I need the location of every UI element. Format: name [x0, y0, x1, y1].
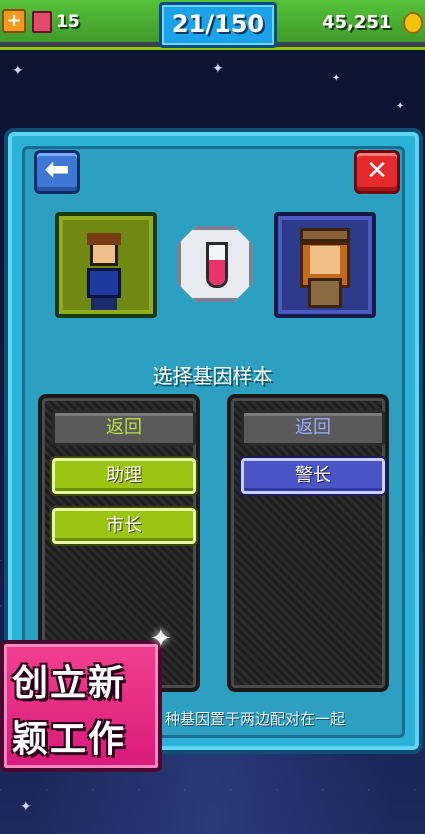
star-icon: ✦ — [20, 799, 32, 815]
promo-line-1: 创立新 — [12, 663, 127, 704]
right-gene-slot[interactable] — [274, 212, 376, 318]
list-item-sheriff[interactable]: 警长 — [241, 458, 385, 494]
test-tube-icon — [206, 242, 228, 288]
sheriff-hat — [300, 228, 350, 242]
gene-vial — [177, 226, 253, 302]
hint-text: 种基因置于两边配对在一起 — [165, 710, 346, 728]
list-item-label: 助理 — [106, 465, 142, 486]
star-icon: ✦ — [332, 73, 341, 84]
coin-icon — [403, 12, 423, 34]
vial-liquid — [209, 260, 225, 285]
close-icon: ✕ — [366, 156, 388, 186]
sheriff-body — [308, 278, 342, 308]
left-gene-slot[interactable] — [55, 212, 157, 318]
promo-line-2: 颖工作 — [12, 719, 127, 760]
left-list-back-button[interactable]: 返回 — [52, 410, 196, 446]
star-icon: ✦ — [12, 63, 24, 79]
floor-counter[interactable]: 21/150 — [159, 2, 277, 48]
top-hud: + 15 21/150 45,251 — [0, 0, 425, 50]
bux-icon — [32, 11, 52, 33]
star-icon: ✦ — [212, 61, 224, 77]
list-item-label: 市长 — [106, 515, 142, 536]
choose-gene-title: 选择基因样本 — [152, 364, 273, 388]
sheriff-face — [310, 246, 340, 274]
plus-icon[interactable]: + — [2, 9, 26, 33]
bux-count: 15 — [56, 12, 80, 32]
coin-count: 45,251 — [322, 12, 392, 33]
right-list-back-button[interactable]: 返回 — [241, 410, 385, 446]
left-list-back-label: 返回 — [106, 417, 142, 438]
sparkle-icon: ✦ — [150, 624, 172, 654]
list-item-mayor[interactable]: 市长 — [52, 508, 196, 544]
list-item-label: 警长 — [295, 465, 331, 486]
star-icon: ✦ — [396, 101, 405, 112]
avatar-legs — [91, 298, 117, 310]
list-item-assistant[interactable]: 助理 — [52, 458, 196, 494]
right-gene-list: 返回 警长 — [227, 394, 389, 692]
avatar-body — [87, 268, 121, 298]
avatar-hair — [87, 233, 121, 245]
back-button[interactable]: ⬅ — [34, 150, 80, 194]
promo-badge: 创立新 颖工作 — [0, 640, 162, 772]
close-button[interactable]: ✕ — [354, 150, 400, 194]
arrow-left-icon: ⬅ — [44, 152, 70, 187]
right-list-back-label: 返回 — [295, 417, 331, 438]
